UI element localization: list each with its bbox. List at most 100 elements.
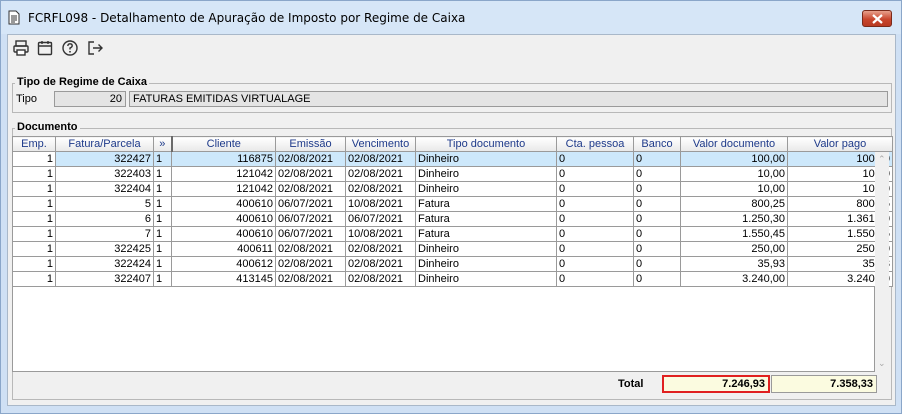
table-row[interactable]: 1 322424 1 400612 02/08/2021 02/08/2021 Dinhei… <box>12 256 893 272</box>
table-row[interactable]: 1 322425 1 400611 02/08/2021 02/08/2021 Dinhei… <box>12 241 893 257</box>
cell-tipo-documento[interactable]: Dinheiro <box>415 166 557 182</box>
cell-emissao[interactable]: 02/08/2021 <box>275 241 346 257</box>
cell-vencimento[interactable]: 06/07/2021 <box>345 211 416 227</box>
cell-valor-documento[interactable]: 10,00 <box>680 181 788 197</box>
cell-parcela[interactable]: 1 <box>153 181 172 197</box>
cell-banco[interactable]: 0 <box>633 196 681 212</box>
cell-vencimento[interactable]: 02/08/2021 <box>345 151 416 167</box>
table-row[interactable]: 1 6 1 400610 06/07/2021 06/07/2021 Fatura 0 0 1.2… <box>12 211 893 227</box>
cell-cta-pessoa[interactable]: 0 <box>556 166 634 182</box>
cell-cta-pessoa[interactable]: 0 <box>556 181 634 197</box>
cell-emp[interactable]: 1 <box>12 166 56 182</box>
table-row[interactable]: 1 322404 1 121042 02/08/2021 02/08/2021 Dinhei… <box>12 181 893 197</box>
cell-fatura[interactable]: 322427 <box>55 151 154 167</box>
cell-parcela[interactable]: 1 <box>153 241 172 257</box>
cell-emp[interactable]: 1 <box>12 196 56 212</box>
tipo-description-field[interactable]: FATURAS EMITIDAS VIRTUALAGE <box>129 91 888 107</box>
cell-cliente[interactable]: 116875 <box>171 151 276 167</box>
cell-tipo-documento[interactable]: Dinheiro <box>415 181 557 197</box>
cell-cta-pessoa[interactable]: 0 <box>556 226 634 242</box>
cell-fatura[interactable]: 322425 <box>55 241 154 257</box>
cell-fatura[interactable]: 322403 <box>55 166 154 182</box>
print-button[interactable] <box>12 39 30 57</box>
col-valor-pago[interactable]: Valor pago <box>787 136 893 152</box>
cell-vencimento[interactable]: 02/08/2021 <box>345 166 416 182</box>
cell-emissao[interactable]: 06/07/2021 <box>275 196 346 212</box>
col-cliente[interactable]: Cliente <box>171 136 276 152</box>
table-row[interactable]: 1 322403 1 121042 02/08/2021 02/08/2021 Dinhei… <box>12 166 893 182</box>
cell-parcela[interactable]: 1 <box>153 151 172 167</box>
cell-parcela[interactable]: 1 <box>153 196 172 212</box>
cell-vencimento[interactable]: 02/08/2021 <box>345 256 416 272</box>
cell-fatura[interactable]: 7 <box>55 226 154 242</box>
cell-fatura[interactable]: 5 <box>55 196 154 212</box>
cell-valor-documento[interactable]: 3.240,00 <box>680 271 788 287</box>
cell-emissao[interactable]: 02/08/2021 <box>275 166 346 182</box>
cell-cta-pessoa[interactable]: 0 <box>556 211 634 227</box>
cell-emissao[interactable]: 02/08/2021 <box>275 181 346 197</box>
exit-button[interactable] <box>86 39 104 57</box>
cell-parcela[interactable]: 1 <box>153 166 172 182</box>
cell-cliente[interactable]: 400610 <box>171 196 276 212</box>
cell-banco[interactable]: 0 <box>633 271 681 287</box>
cell-tipo-documento[interactable]: Dinheiro <box>415 256 557 272</box>
col-valor-documento[interactable]: Valor documento <box>680 136 788 152</box>
cell-emissao[interactable]: 02/08/2021 <box>275 256 346 272</box>
cell-fatura[interactable]: 322424 <box>55 256 154 272</box>
cell-parcela[interactable]: 1 <box>153 271 172 287</box>
cell-banco[interactable]: 0 <box>633 211 681 227</box>
cell-emissao[interactable]: 02/08/2021 <box>275 271 346 287</box>
cell-emp[interactable]: 1 <box>12 151 56 167</box>
cell-emissao[interactable]: 06/07/2021 <box>275 211 346 227</box>
cell-valor-documento[interactable]: 1.550,45 <box>680 226 788 242</box>
cell-vencimento[interactable]: 02/08/2021 <box>345 241 416 257</box>
col-fatura-parcela[interactable]: Fatura/Parcela <box>55 136 154 152</box>
cell-banco[interactable]: 0 <box>633 181 681 197</box>
cell-parcela[interactable]: 1 <box>153 226 172 242</box>
scroll-up-icon[interactable]: ⌃ <box>878 154 886 165</box>
cell-tipo-documento[interactable]: Fatura <box>415 211 557 227</box>
cell-banco[interactable]: 0 <box>633 151 681 167</box>
cell-cliente[interactable]: 400612 <box>171 256 276 272</box>
table-row[interactable]: 1 322407 1 413145 02/08/2021 02/08/2021 Dinhei… <box>12 271 893 287</box>
cell-tipo-documento[interactable]: Fatura <box>415 226 557 242</box>
calendar-button[interactable] <box>36 39 54 57</box>
cell-valor-documento[interactable]: 250,00 <box>680 241 788 257</box>
cell-cliente[interactable]: 400610 <box>171 226 276 242</box>
cell-banco[interactable]: 0 <box>633 241 681 257</box>
cell-emp[interactable]: 1 <box>12 211 56 227</box>
cell-vencimento[interactable]: 10/08/2021 <box>345 196 416 212</box>
cell-emp[interactable]: 1 <box>12 241 56 257</box>
cell-cliente[interactable]: 121042 <box>171 181 276 197</box>
cell-fatura[interactable]: 6 <box>55 211 154 227</box>
cell-cta-pessoa[interactable]: 0 <box>556 271 634 287</box>
cell-emp[interactable]: 1 <box>12 256 56 272</box>
cell-valor-documento[interactable]: 35,93 <box>680 256 788 272</box>
vertical-scrollbar[interactable]: ⌃ ⌄ <box>875 152 889 372</box>
cell-tipo-documento[interactable]: Dinheiro <box>415 241 557 257</box>
col-emp[interactable]: Emp. <box>12 136 56 152</box>
cell-valor-documento[interactable]: 100,00 <box>680 151 788 167</box>
cell-cliente[interactable]: 413145 <box>171 271 276 287</box>
cell-valor-documento[interactable]: 1.250,30 <box>680 211 788 227</box>
cell-tipo-documento[interactable]: Fatura <box>415 196 557 212</box>
cell-emissao[interactable]: 02/08/2021 <box>275 151 346 167</box>
cell-fatura[interactable]: 322407 <box>55 271 154 287</box>
cell-valor-documento[interactable]: 10,00 <box>680 166 788 182</box>
col-expand[interactable]: » <box>153 136 173 152</box>
cell-parcela[interactable]: 1 <box>153 211 172 227</box>
cell-tipo-documento[interactable]: Dinheiro <box>415 151 557 167</box>
cell-cliente[interactable]: 400611 <box>171 241 276 257</box>
cell-cliente[interactable]: 121042 <box>171 166 276 182</box>
cell-vencimento[interactable]: 02/08/2021 <box>345 181 416 197</box>
cell-vencimento[interactable]: 02/08/2021 <box>345 271 416 287</box>
cell-parcela[interactable]: 1 <box>153 256 172 272</box>
table-row[interactable]: 1 7 1 400610 06/07/2021 10/08/2021 Fatura 0 0 1.5… <box>12 226 893 242</box>
cell-fatura[interactable]: 322404 <box>55 181 154 197</box>
cell-emissao[interactable]: 06/07/2021 <box>275 226 346 242</box>
close-button[interactable] <box>862 10 892 27</box>
help-button[interactable] <box>61 39 79 57</box>
table-row[interactable]: 1 5 1 400610 06/07/2021 10/08/2021 Fatura 0 0 800… <box>12 196 893 212</box>
col-banco[interactable]: Banco <box>633 136 681 152</box>
cell-tipo-documento[interactable]: Dinheiro <box>415 271 557 287</box>
